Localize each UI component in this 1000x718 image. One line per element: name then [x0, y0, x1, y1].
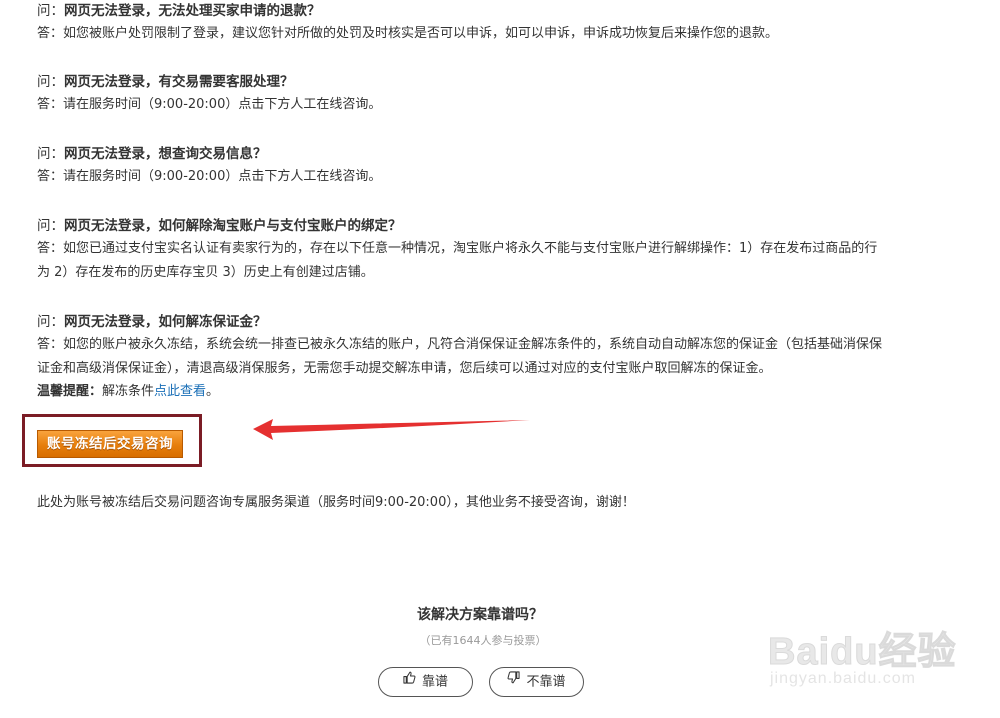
- question-prefix: 问：: [37, 314, 64, 330]
- question-title: 网页无法登录，如何解除淘宝账户与支付宝账户的绑定？: [64, 218, 402, 234]
- vote-down-button[interactable]: 不靠谱: [489, 667, 584, 697]
- question-title: 网页无法登录，有交易需要客服处理？: [64, 74, 294, 90]
- question-prefix: 问：: [37, 146, 64, 162]
- answer-line: 答：请在服务时间（9:00-20:00）点击下方人工在线咨询。: [37, 169, 382, 184]
- faq-answer: 答：请在服务时间（9:00-20:00）点击下方人工在线咨询。: [37, 165, 937, 189]
- answer-line: 答：如您的账户被永久冻结，系统会统一排查已被永久冻结的账户，凡符合消保保证金解冻…: [37, 337, 883, 352]
- faq-question: 问：网页无法登录，如何解除淘宝账户与支付宝账户的绑定？: [37, 215, 937, 237]
- tip-line: 温馨提醒：解冻条件点此查看。: [37, 381, 937, 403]
- faq-question: 问：网页无法登录，如何解冻保证金？: [37, 311, 937, 333]
- baidu-jingyan-watermark: Baidu经验 jingyan.baidu.com: [760, 608, 990, 698]
- cta-highlight-frame: 账号冻结后交易咨询: [22, 414, 202, 467]
- faq-item: 问：网页无法登录，想查询交易信息？ 答：请在服务时间（9:00-20:00）点击…: [37, 143, 937, 189]
- faq-item: 问：网页无法登录，如何解除淘宝账户与支付宝账户的绑定？ 答：如您已通过支付宝实名…: [37, 215, 937, 285]
- question-prefix: 问：: [37, 74, 64, 90]
- view-conditions-link[interactable]: 点此查看: [154, 384, 206, 399]
- question-prefix: 问：: [37, 3, 64, 19]
- tip-text: 解冻条件: [102, 384, 155, 399]
- red-arrow-icon: [253, 419, 530, 440]
- tip-label: 温馨提醒：: [37, 384, 103, 399]
- faq-answer: 答：如您已通过支付宝实名认证有卖家行为的，存在以下任意一种情况，淘宝账户将永久不…: [37, 237, 937, 285]
- watermark-url: jingyan.baidu.com: [770, 670, 916, 687]
- thumbs-up-icon: [403, 667, 416, 695]
- faq-answer: 答：如您的账户被永久冻结，系统会统一排查已被永久冻结的账户，凡符合消保保证金解冻…: [37, 333, 937, 381]
- tip-suffix: 。: [206, 384, 220, 399]
- frozen-account-consult-button[interactable]: 账号冻结后交易咨询: [37, 430, 183, 458]
- thumbs-down-icon: [507, 667, 521, 695]
- faq-question: 问：网页无法登录，有交易需要客服处理？: [37, 71, 937, 93]
- question-prefix: 问：: [37, 218, 64, 234]
- answer-line: 证金和高级消保保证金），清退高级消保服务，无需您手动提交解冻申请，您后续可以通过…: [37, 361, 772, 376]
- faq-item: 问：网页无法登录，有交易需要客服处理？ 答：请在服务时间（9:00-20:00）…: [37, 71, 937, 117]
- answer-line: 答：请在服务时间（9:00-20:00）点击下方人工在线咨询。: [37, 97, 382, 112]
- watermark-brand: Baidu经验: [768, 631, 957, 674]
- faq-question: 问：网页无法登录，想查询交易信息？: [37, 143, 937, 165]
- faq-question: 问：网页无法登录，无法处理买家申请的退款？: [37, 0, 937, 22]
- faq-answer: 答：如您被账户处罚限制了登录，建议您针对所做的处罚及时核实是否可以申诉，如可以申…: [37, 22, 937, 46]
- answer-line: 答：如您被账户处罚限制了登录，建议您针对所做的处罚及时核实是否可以申诉，如可以申…: [37, 26, 779, 41]
- channel-note: 此处为账号被冻结后交易问题咨询专属服务渠道（服务时间9:00-20:00），其他…: [37, 495, 635, 510]
- faq-answer: 答：请在服务时间（9:00-20:00）点击下方人工在线咨询。: [37, 93, 937, 117]
- faq-item: 问：网页无法登录，如何解冻保证金？ 答：如您的账户被永久冻结，系统会统一排查已被…: [37, 311, 937, 403]
- faq-item: 问：网页无法登录，无法处理买家申请的退款？ 答：如您被账户处罚限制了登录，建议您…: [37, 0, 937, 46]
- question-title: 网页无法登录，无法处理买家申请的退款？: [64, 3, 321, 19]
- vote-up-button[interactable]: 靠谱: [378, 667, 473, 697]
- answer-line: 为 2）存在发布的历史库存宝贝 3）历史上有创建过店铺。: [37, 265, 374, 280]
- vote-down-label: 不靠谱: [526, 674, 566, 690]
- answer-line: 答：如您已通过支付宝实名认证有卖家行为的，存在以下任意一种情况，淘宝账户将永久不…: [37, 241, 878, 256]
- question-title: 网页无法登录，想查询交易信息？: [64, 146, 267, 162]
- question-title: 网页无法登录，如何解冻保证金？: [64, 314, 267, 330]
- vote-up-label: 靠谱: [421, 674, 448, 690]
